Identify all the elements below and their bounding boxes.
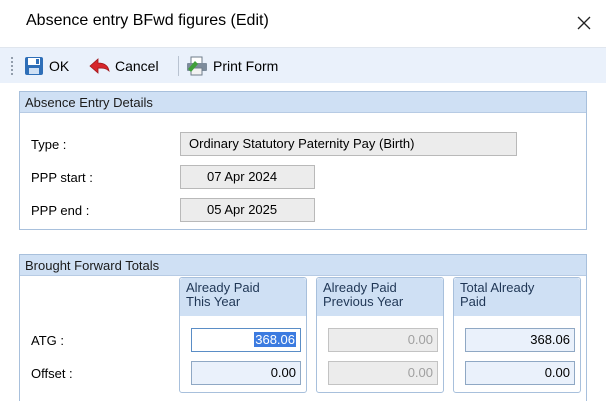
offset-total-field: 0.00	[465, 361, 575, 385]
offset-previous-year-input: 0.00	[328, 361, 438, 385]
offset-this-year-input[interactable]: 0.00	[191, 361, 301, 385]
brought-forward-totals-heading: Brought Forward Totals	[20, 255, 586, 276]
toolbar-separator	[178, 56, 179, 76]
absence-entry-details-heading: Absence Entry Details	[20, 92, 586, 113]
atg-this-year-value: 368.06	[254, 332, 296, 347]
previous-year-header-line1: Already Paid	[323, 280, 397, 295]
brought-forward-totals-group: Brought Forward Totals Already Paid This…	[19, 254, 587, 401]
print-form-button[interactable]: Print Form	[186, 55, 278, 77]
ok-button[interactable]: OK	[24, 55, 69, 77]
back-arrow-icon	[89, 58, 110, 74]
ok-label: OK	[49, 58, 70, 74]
ppp-start-label: PPP start :	[31, 170, 93, 185]
type-label: Type :	[31, 137, 67, 152]
cancel-button[interactable]: Cancel	[88, 55, 159, 77]
close-button[interactable]	[572, 12, 596, 34]
this-year-header: Already Paid This Year	[180, 278, 306, 316]
type-field: Ordinary Statutory Paternity Pay (Birth)	[180, 132, 517, 156]
previous-year-header: Already Paid Previous Year	[317, 278, 443, 316]
toolbar-grip[interactable]	[10, 56, 14, 76]
offset-label: Offset :	[31, 366, 73, 381]
print-form-label: Print Form	[213, 58, 279, 74]
title-bar: Absence entry BFwd figures (Edit)	[0, 0, 606, 44]
atg-this-year-input[interactable]: 368.06	[191, 328, 301, 352]
print-form-icon	[187, 56, 207, 76]
window-title: Absence entry BFwd figures (Edit)	[26, 12, 269, 29]
ppp-start-field: 07 Apr 2024	[180, 165, 315, 189]
this-year-header-line1: Already Paid	[186, 280, 260, 295]
previous-year-header-line2: Previous Year	[323, 294, 404, 309]
ppp-end-label: PPP end :	[31, 203, 90, 218]
ppp-end-field: 05 Apr 2025	[180, 198, 315, 222]
atg-previous-year-input: 0.00	[328, 328, 438, 352]
total-paid-header: Total Already Paid	[454, 278, 580, 316]
this-year-header-line2: This Year	[186, 294, 241, 309]
cancel-label: Cancel	[115, 58, 159, 74]
toolbar: OK Cancel Print Form	[0, 47, 606, 83]
total-paid-header-line2: Paid	[460, 294, 487, 309]
atg-label: ATG :	[31, 333, 64, 348]
close-icon	[577, 16, 591, 30]
absence-entry-details-group: Absence Entry Details Type : Ordinary St…	[19, 91, 587, 230]
save-disk-icon	[25, 57, 43, 75]
atg-total-field: 368.06	[465, 328, 575, 352]
total-paid-header-line1: Total Already	[460, 280, 535, 295]
